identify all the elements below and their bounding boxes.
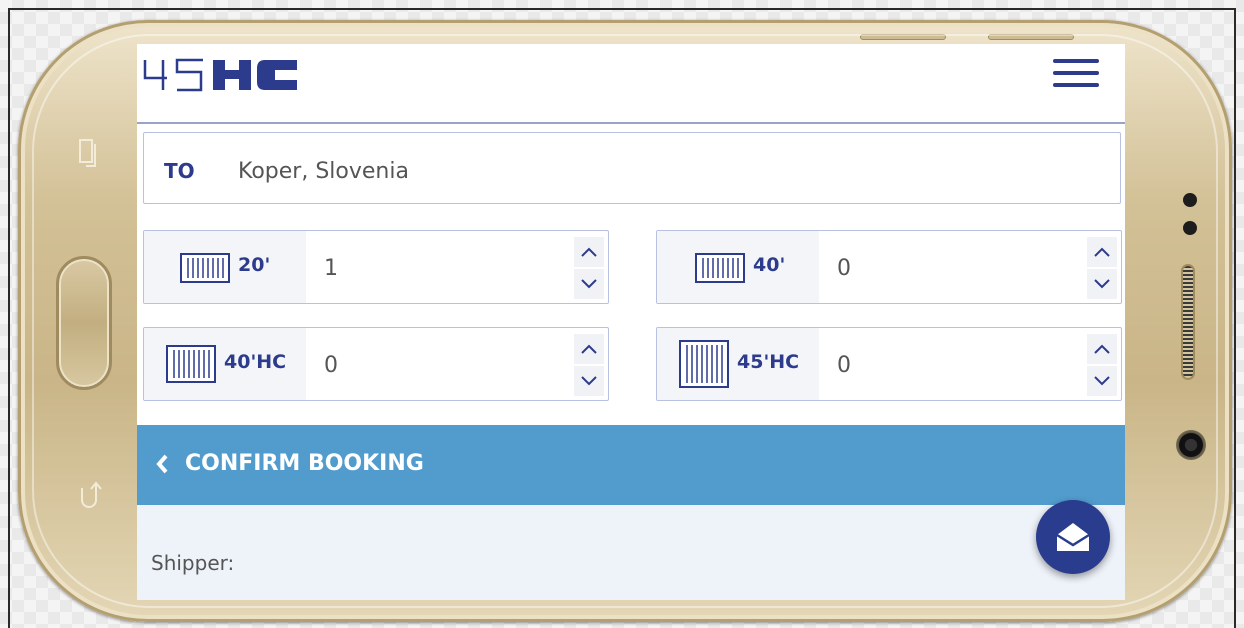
app-header bbox=[137, 44, 1125, 124]
container-20-spinner bbox=[574, 237, 604, 299]
container-45hc-label: 45'HC bbox=[737, 351, 800, 373]
destination-value[interactable]: Koper, Slovenia bbox=[238, 159, 409, 184]
container-40hc-value[interactable]: 0 bbox=[324, 353, 338, 378]
increment-button[interactable] bbox=[574, 237, 604, 267]
shipper-label: Shipper: bbox=[151, 551, 235, 575]
container-45hc-tag: 45'HC bbox=[657, 328, 819, 400]
speaker-grille bbox=[1181, 264, 1195, 380]
container-icon bbox=[180, 253, 230, 283]
chevron-up-icon bbox=[581, 247, 597, 257]
frame-border-top bbox=[8, 8, 1236, 10]
container-40hc-stepper[interactable]: 40'HC 0 bbox=[143, 327, 609, 401]
container-20-value[interactable]: 1 bbox=[324, 256, 338, 281]
back-icon[interactable] bbox=[78, 480, 106, 510]
mail-fab-button[interactable] bbox=[1036, 500, 1110, 574]
decrement-button[interactable] bbox=[574, 366, 604, 396]
container-20-stepper[interactable]: 20' 1 bbox=[143, 230, 609, 304]
container-40-value[interactable]: 0 bbox=[837, 256, 851, 281]
decrement-button[interactable] bbox=[574, 269, 604, 299]
chevron-down-icon bbox=[581, 279, 597, 289]
container-40-label: 40' bbox=[753, 254, 786, 276]
container-icon bbox=[695, 253, 745, 283]
decrement-button[interactable] bbox=[1087, 269, 1117, 299]
destination-label: TO bbox=[164, 159, 195, 183]
volume-button[interactable] bbox=[860, 34, 946, 40]
increment-button[interactable] bbox=[1087, 237, 1117, 267]
frame-border-right bbox=[1234, 8, 1236, 628]
container-40-stepper[interactable]: 40' 0 bbox=[656, 230, 1122, 304]
frame-border-left bbox=[8, 8, 10, 628]
container-45hc-stepper[interactable]: 45'HC 0 bbox=[656, 327, 1122, 401]
container-40-tag: 40' bbox=[657, 231, 819, 303]
increment-button[interactable] bbox=[574, 334, 604, 364]
chevron-up-icon bbox=[1094, 247, 1110, 257]
camera-icon bbox=[1176, 430, 1206, 460]
hamburger-icon[interactable] bbox=[1053, 59, 1099, 89]
chevron-down-icon bbox=[1094, 279, 1110, 289]
home-button[interactable] bbox=[56, 256, 112, 390]
booking-form: Shipper: bbox=[137, 505, 1125, 600]
chevron-left-icon bbox=[156, 454, 168, 474]
container-45hc-value[interactable]: 0 bbox=[837, 353, 851, 378]
brand-logo[interactable] bbox=[141, 54, 301, 94]
recent-apps-icon[interactable] bbox=[78, 138, 100, 168]
sensor-icon bbox=[1183, 221, 1197, 235]
container-45hc-spinner bbox=[1087, 334, 1117, 396]
decrement-button[interactable] bbox=[1087, 366, 1117, 396]
destination-field[interactable]: TO Koper, Slovenia bbox=[143, 132, 1121, 204]
container-40hc-tag: 40'HC bbox=[144, 328, 306, 400]
container-40-spinner bbox=[1087, 237, 1117, 299]
container-40hc-spinner bbox=[574, 334, 604, 396]
chevron-down-icon bbox=[581, 376, 597, 386]
power-button[interactable] bbox=[988, 34, 1074, 40]
chevron-up-icon bbox=[1094, 344, 1110, 354]
container-20-tag: 20' bbox=[144, 231, 306, 303]
confirm-booking-button[interactable]: CONFIRM BOOKING bbox=[137, 425, 1125, 505]
app-screen: TO Koper, Slovenia 20' 1 40' 0 40'HC 0 4… bbox=[137, 44, 1125, 600]
chevron-up-icon bbox=[581, 344, 597, 354]
confirm-booking-label: CONFIRM BOOKING bbox=[185, 451, 424, 476]
mail-open-icon bbox=[1056, 523, 1090, 551]
sensor-icon bbox=[1183, 193, 1197, 207]
container-icon bbox=[679, 340, 729, 388]
container-40hc-label: 40'HC bbox=[224, 351, 287, 373]
increment-button[interactable] bbox=[1087, 334, 1117, 364]
container-20-label: 20' bbox=[238, 254, 271, 276]
container-icon bbox=[166, 345, 216, 383]
chevron-down-icon bbox=[1094, 376, 1110, 386]
